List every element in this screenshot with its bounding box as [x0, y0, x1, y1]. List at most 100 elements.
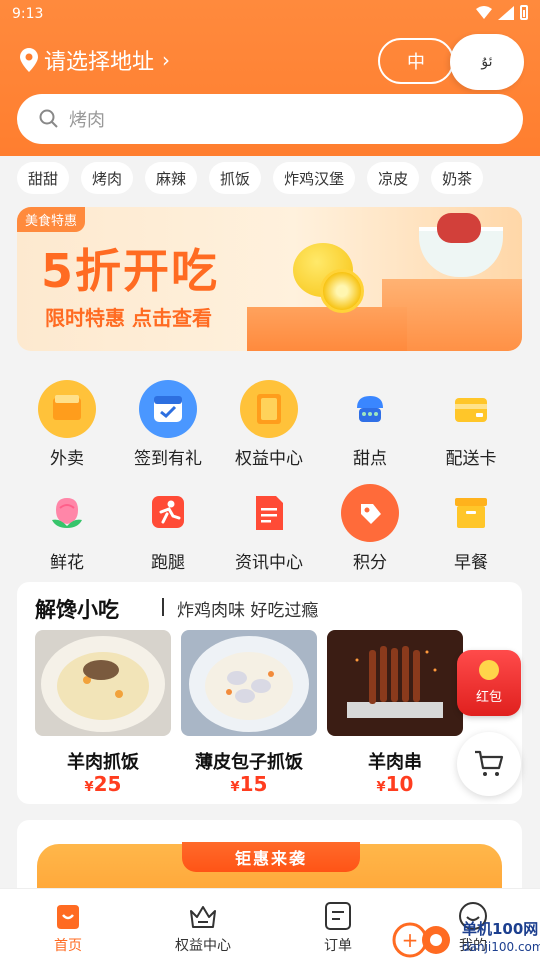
grid-label: 配送卡	[445, 449, 497, 469]
tag-chip[interactable]: 炸鸡汉堡	[273, 162, 356, 194]
title-divider	[162, 598, 164, 616]
food-image	[181, 630, 317, 736]
grid-label: 签到有礼	[134, 449, 202, 469]
tab-orders[interactable]: 订单	[288, 899, 388, 955]
section-title: 解馋小吃	[35, 598, 119, 622]
price-value: 25	[93, 772, 122, 796]
food-name: 薄皮包子抓饭	[195, 752, 303, 773]
watermark-emblem-icon: +	[392, 922, 450, 958]
food-price: ¥25	[35, 772, 171, 796]
grid-item-news[interactable]: 资讯中心	[219, 484, 319, 573]
points-tag-icon	[341, 484, 399, 542]
food-card[interactable]: 羊肉抓饭 ¥25	[35, 630, 171, 796]
news-icon	[240, 484, 298, 542]
price-value: 15	[239, 772, 268, 796]
wifi-icon	[476, 5, 492, 19]
grid-item-errand[interactable]: 跑腿	[118, 484, 218, 573]
status-icons	[476, 5, 528, 20]
search-icon	[39, 109, 58, 128]
banner-title: 5折开吃	[41, 244, 220, 298]
banner-subtitle: 限时特惠 点击查看	[45, 306, 212, 330]
grid-item-dessert[interactable]: 甜点	[320, 380, 420, 469]
tab-label: 首页	[54, 938, 82, 954]
status-bar: 9:13	[0, 0, 540, 30]
grid-item-checkin[interactable]: 签到有礼	[118, 380, 218, 469]
grid-item-breakfast[interactable]: 早餐	[421, 484, 521, 573]
grid-label: 外卖	[50, 449, 84, 469]
vip-card-icon	[240, 380, 298, 438]
grid-item-delivery-card[interactable]: 配送卡	[421, 380, 521, 469]
grid-item-takeout[interactable]: 外卖	[17, 380, 117, 469]
lang-uyghur-button[interactable]: ئۇ	[450, 34, 524, 90]
lemon-slice-illustration	[320, 269, 364, 313]
cart-icon	[475, 750, 504, 776]
coupon-icon	[38, 380, 96, 438]
address-selector[interactable]: 请选择地址 ›	[20, 44, 170, 76]
search-input[interactable]: 烤肉	[17, 94, 523, 144]
signal-icon	[498, 5, 514, 20]
cart-button[interactable]	[457, 732, 521, 796]
grid-item-flowers[interactable]: 鲜花	[17, 484, 117, 573]
address-text: 请选择地址	[44, 50, 155, 75]
tag-chip[interactable]: 烤肉	[81, 162, 134, 194]
grid-item-points[interactable]: 积分	[320, 484, 420, 573]
tag-chip[interactable]: 麻辣	[145, 162, 198, 194]
delivery-card-icon	[442, 380, 500, 438]
calendar-icon	[139, 380, 197, 438]
food-card[interactable]: 羊肉串 ¥10	[327, 630, 463, 796]
watermark-url: danji100.com	[462, 940, 540, 954]
header: 9:13 请选择地址 › 中 ئۇ 烤肉	[0, 0, 540, 156]
tag-chip[interactable]: 甜甜	[17, 162, 70, 194]
red-packet-label: 红包	[475, 690, 502, 705]
grid-label: 早餐	[454, 553, 488, 573]
food-image	[35, 630, 171, 736]
red-packet-button[interactable]: 红包	[457, 650, 521, 716]
tag-chip[interactable]: 凉皮	[367, 162, 420, 194]
dessert-icon	[341, 380, 399, 438]
grid-label: 资讯中心	[235, 553, 303, 573]
banner-stage-decoration	[247, 307, 407, 351]
home-icon	[18, 899, 118, 931]
food-price: ¥10	[327, 772, 463, 796]
food-name: 羊肉抓饭	[67, 752, 139, 773]
flower-icon	[38, 484, 96, 542]
promo-banner[interactable]: 美食特惠 5折开吃 限时特惠 点击查看	[17, 207, 522, 351]
grid-label: 鲜花	[50, 553, 84, 573]
grid-label: 权益中心	[235, 449, 303, 469]
food-price: ¥15	[181, 772, 317, 796]
currency-symbol: ¥	[84, 780, 94, 795]
runner-icon	[139, 484, 197, 542]
tab-home[interactable]: 首页	[18, 899, 118, 955]
price-value: 10	[385, 772, 414, 796]
language-switch[interactable]: 中 ئۇ	[378, 34, 524, 90]
order-icon	[288, 899, 388, 931]
tag-chip[interactable]: 抓饭	[209, 162, 262, 194]
svg-text:+: +	[402, 928, 419, 952]
breakfast-box-icon	[442, 484, 500, 542]
hot-tags: 甜甜 烤肉 麻辣 抓饭 炸鸡汉堡 凉皮 奶茶	[17, 162, 484, 194]
section-subtitle: 炸鸡肉味 好吃过瘾	[177, 601, 319, 621]
food-card[interactable]: 薄皮包子抓饭 ¥15	[181, 630, 317, 796]
battery-icon	[520, 5, 528, 20]
tab-label: 订单	[324, 938, 352, 954]
crown-icon	[153, 899, 253, 931]
search-placeholder: 烤肉	[69, 110, 105, 131]
tag-chip[interactable]: 奶茶	[431, 162, 484, 194]
chevron-right-icon: ›	[162, 48, 171, 72]
lang-chinese-button[interactable]: 中	[378, 38, 454, 84]
grid-item-benefits[interactable]: 权益中心	[219, 380, 319, 469]
watermark-logo: + 单机100网 danji100.com	[392, 918, 540, 960]
status-time: 9:13	[12, 6, 44, 22]
food-image	[327, 630, 463, 736]
tab-benefits[interactable]: 权益中心	[153, 899, 253, 955]
food-name: 羊肉串	[368, 752, 422, 773]
promo-ribbon: 钜惠来袭	[182, 842, 360, 872]
grid-label: 甜点	[353, 449, 387, 469]
grid-label: 跑腿	[151, 553, 185, 573]
grid-label: 积分	[353, 553, 387, 573]
location-pin-icon	[20, 48, 38, 72]
steak-illustration	[437, 213, 481, 243]
red-packet-coin-icon	[479, 660, 499, 680]
watermark-title: 单机100网	[462, 920, 539, 938]
banner-badge: 美食特惠	[17, 207, 86, 232]
